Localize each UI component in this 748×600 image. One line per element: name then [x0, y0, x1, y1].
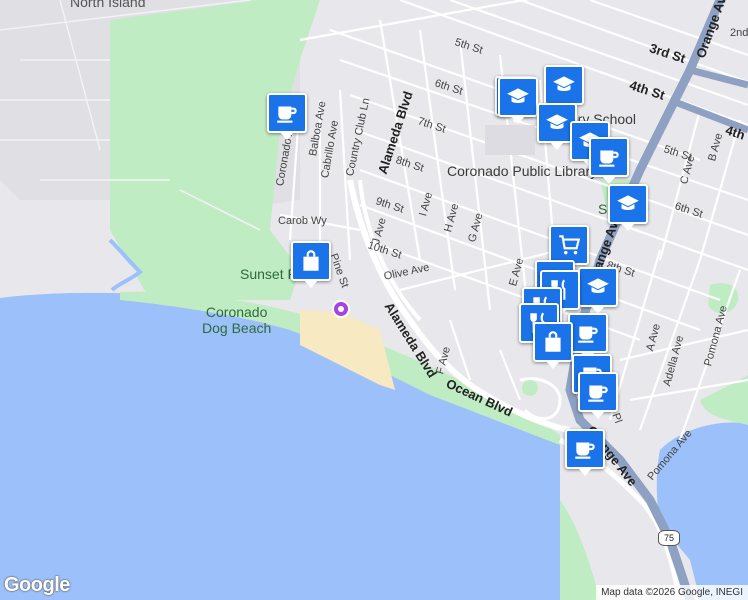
label-north-island: North Island	[70, 0, 146, 10]
label-carob-wy: Carob Wy	[278, 215, 327, 227]
coffee-marker-2[interactable]	[589, 137, 629, 184]
map-attribution[interactable]: Map data ©2026 Google, INEGI	[596, 585, 748, 600]
shopping-marker-2[interactable]	[533, 322, 573, 369]
graduation-cap-icon	[587, 278, 609, 293]
shopping-cart-icon	[559, 235, 581, 255]
coffee-marker-6[interactable]	[565, 429, 605, 476]
coffee-marker-1[interactable]	[267, 93, 307, 140]
coffee-icon	[277, 106, 297, 123]
google-logo: Google	[4, 574, 70, 596]
coffee-icon	[578, 326, 598, 343]
school-marker-6[interactable]	[608, 184, 648, 231]
highway-75-shield: 75	[658, 530, 680, 546]
library-building	[485, 125, 535, 155]
label-coronado-dog-beach: Coronado Dog Beach	[202, 304, 272, 336]
shopping-marker-1[interactable]	[291, 241, 331, 288]
label-sunset-park: Sunset P	[240, 266, 297, 282]
coffee-marker-3[interactable]	[568, 313, 608, 360]
coffee-icon	[599, 150, 619, 167]
shopping-bag-icon	[303, 250, 319, 271]
graduation-cap-icon	[553, 76, 575, 91]
coffee-icon	[575, 442, 595, 459]
grocery-marker-1[interactable]	[549, 225, 589, 272]
coffee-icon	[588, 385, 608, 402]
school-marker-7[interactable]	[578, 267, 618, 314]
label-2nd-st: 2nd S	[730, 27, 748, 39]
roundabout-center	[522, 380, 538, 396]
school-marker-2[interactable]	[544, 65, 584, 112]
graduation-cap-icon	[617, 195, 639, 210]
graduation-cap-icon	[546, 114, 568, 129]
label-coronado-public-library: Coronado Public Library	[447, 163, 598, 179]
coffee-marker-5[interactable]	[578, 372, 618, 419]
graduation-cap-icon	[507, 88, 529, 103]
camera-pin-dot	[338, 306, 344, 312]
shopping-bag-icon	[545, 331, 561, 352]
school-marker-3[interactable]	[498, 77, 538, 124]
